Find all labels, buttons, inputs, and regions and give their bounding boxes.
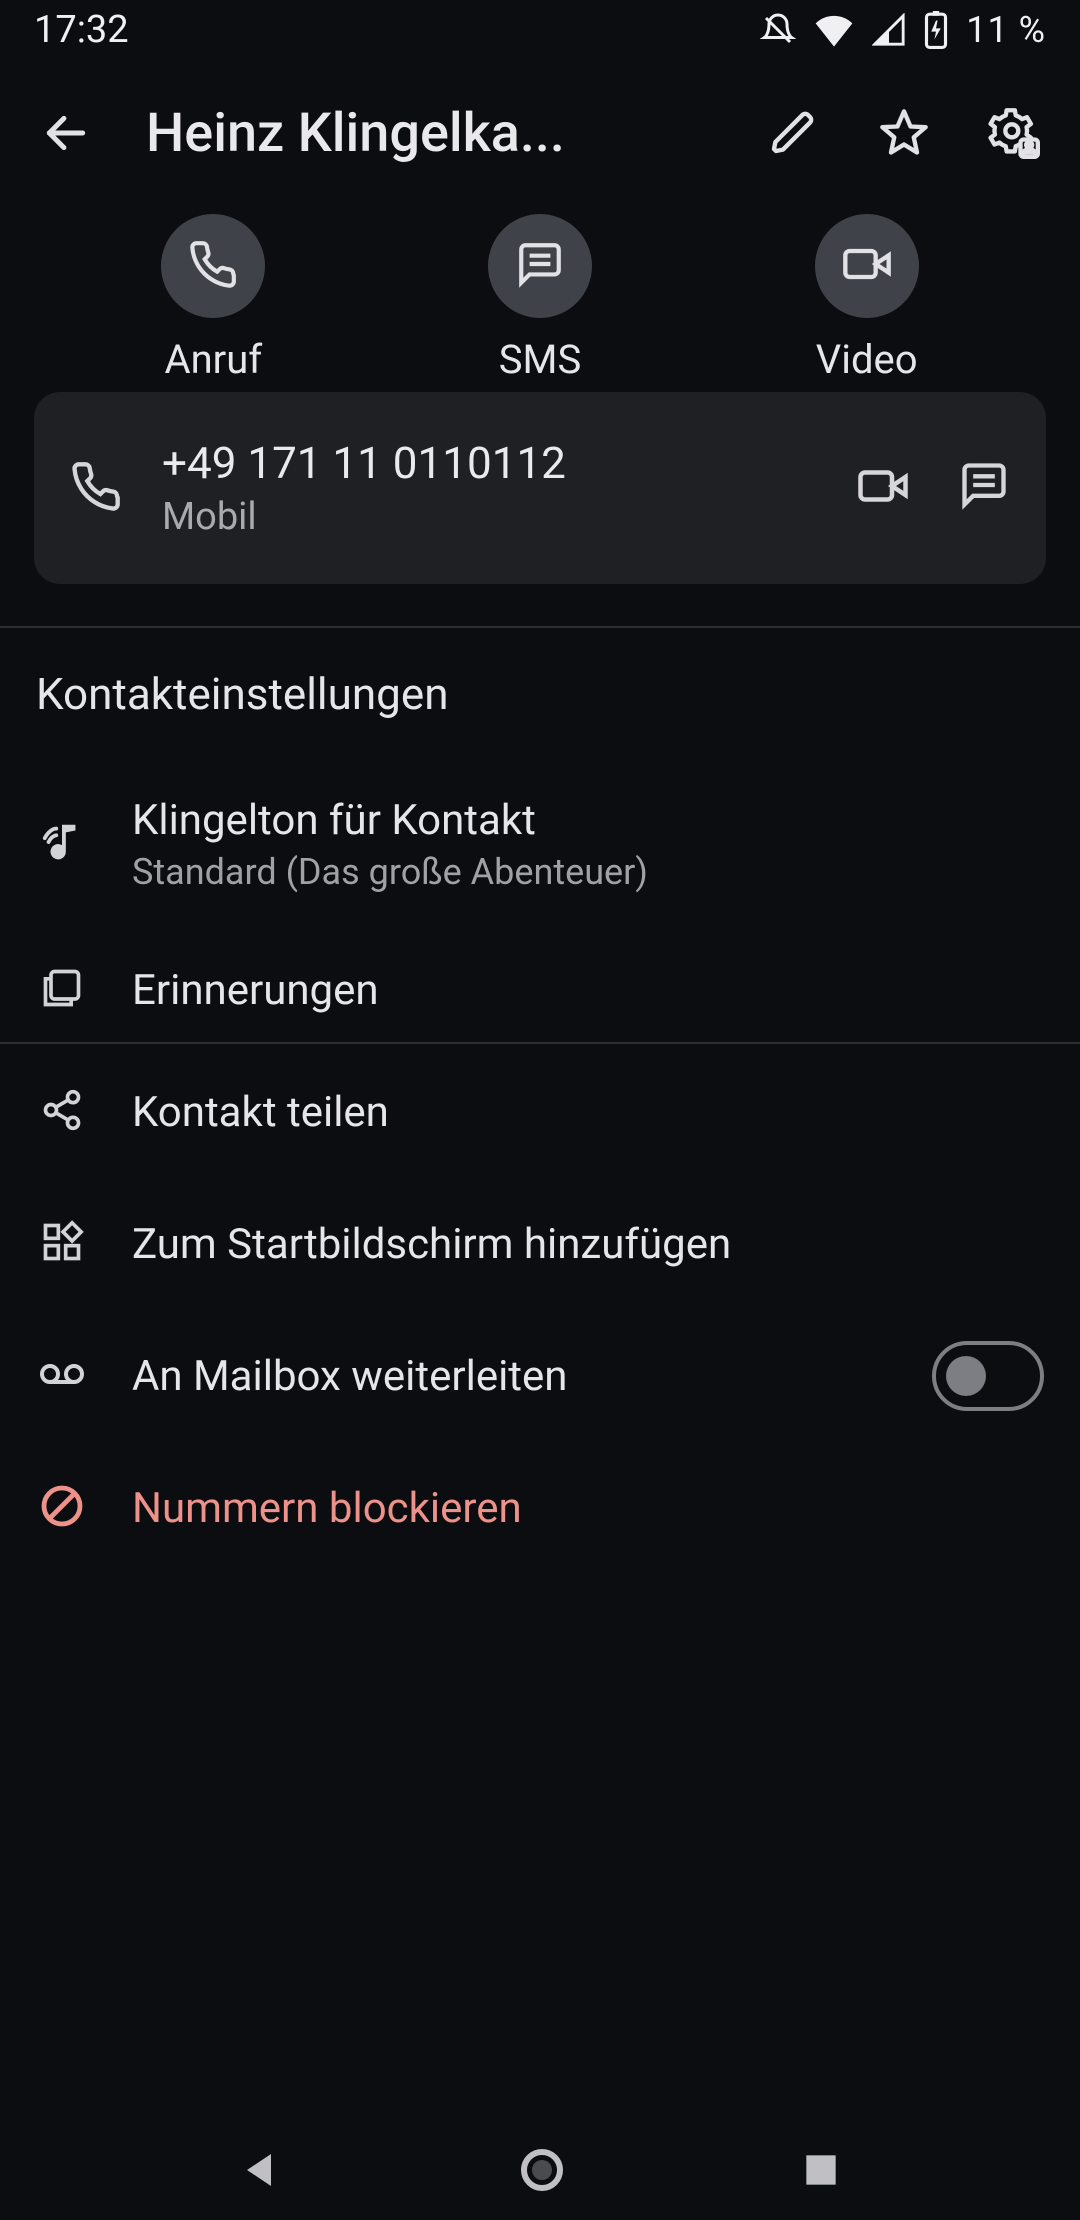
ringtone-icon	[39, 819, 85, 869]
voicemail-toggle[interactable]	[932, 1341, 1044, 1411]
ringtone-subtitle: Standard (Das große Abenteuer)	[132, 851, 1044, 893]
video-call-button[interactable]	[856, 459, 910, 517]
ringtone-title: Klingelton für Kontakt	[132, 796, 1044, 845]
status-time: 17:32	[34, 8, 129, 52]
share-label: Kontakt teilen	[132, 1088, 1044, 1137]
nav-back-button[interactable]	[237, 2146, 285, 2194]
phone-number-card[interactable]: +49 171 11 0110112 Mobil	[34, 392, 1046, 584]
section-header: Kontakteinstellungen	[36, 668, 449, 720]
nav-recents-button[interactable]	[799, 2148, 843, 2192]
back-button[interactable]	[26, 93, 106, 173]
reminders-label: Erinnerungen	[132, 966, 1044, 1015]
add-to-homescreen-row[interactable]: Zum Startbildschirm hinzufügen	[0, 1178, 1080, 1310]
call-label: Anruf	[164, 336, 262, 383]
quick-actions: Anruf SMS Video	[0, 214, 1080, 383]
battery-icon	[924, 11, 948, 49]
block-icon	[38, 1482, 86, 1534]
wifi-icon	[814, 13, 854, 47]
ringtone-row[interactable]: Klingelton für Kontakt Standard (Das gro…	[0, 764, 1080, 924]
share-row[interactable]: Kontakt teilen	[0, 1046, 1080, 1178]
note-icon	[40, 966, 84, 1014]
status-icons: 11 %	[760, 9, 1046, 51]
divider	[0, 1042, 1080, 1044]
contact-actions-list: Kontakt teilen Zum Startbildschirm hinzu…	[0, 1046, 1080, 1574]
voicemail-label: An Mailbox weiterleiten	[132, 1352, 888, 1401]
block-numbers-row[interactable]: Nummern blockieren	[0, 1442, 1080, 1574]
phone-icon	[188, 239, 238, 293]
battery-percent: 11 %	[966, 9, 1046, 51]
nav-home-button[interactable]	[518, 2146, 566, 2194]
voicemail-row[interactable]: An Mailbox weiterleiten	[0, 1310, 1080, 1442]
edit-button[interactable]	[754, 93, 834, 173]
phone-number-label: Mobil	[162, 495, 816, 539]
call-action[interactable]: Anruf	[161, 214, 265, 383]
video-label: Video	[816, 336, 918, 383]
voicemail-icon	[38, 1350, 86, 1402]
message-button[interactable]	[958, 459, 1010, 517]
sms-label: SMS	[499, 336, 581, 383]
phone-number: +49 171 11 0110112	[162, 437, 816, 489]
contact-name-title: Heinz Klingelka...	[136, 102, 724, 165]
widgets-icon	[40, 1220, 84, 1268]
app-bar: Heinz Klingelka...	[0, 88, 1080, 178]
system-nav-bar	[0, 2120, 1080, 2220]
message-icon	[515, 239, 565, 293]
status-bar: 17:32 11 %	[0, 0, 1080, 60]
cellular-signal-icon	[872, 13, 906, 47]
contact-settings-button[interactable]	[974, 93, 1054, 173]
contact-settings-list: Klingelton für Kontakt Standard (Das gro…	[0, 764, 1080, 1056]
do-not-disturb-icon	[760, 12, 796, 48]
video-icon	[841, 238, 893, 294]
phone-icon	[70, 460, 122, 516]
favorite-button[interactable]	[864, 93, 944, 173]
homescreen-label: Zum Startbildschirm hinzufügen	[132, 1220, 1044, 1269]
sms-action[interactable]: SMS	[488, 214, 592, 383]
block-label: Nummern blockieren	[132, 1484, 1044, 1533]
share-icon	[40, 1088, 84, 1136]
divider	[0, 626, 1080, 628]
reminders-row[interactable]: Erinnerungen	[0, 924, 1080, 1056]
video-action[interactable]: Video	[815, 214, 919, 383]
